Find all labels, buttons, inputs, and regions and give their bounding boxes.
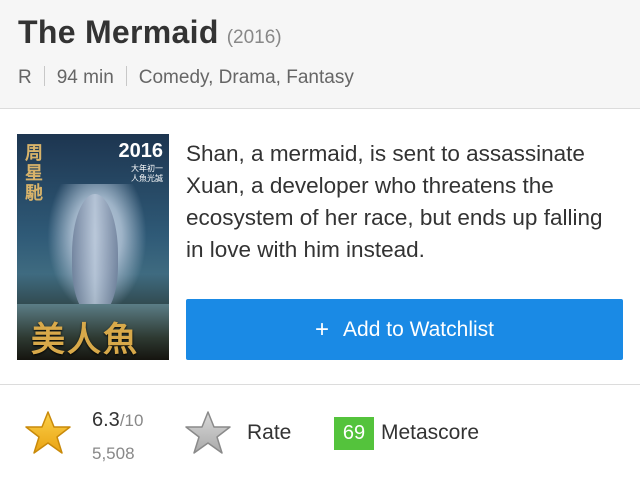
- rating-votes: 5,508: [92, 444, 135, 463]
- title-header: The Mermaid (2016) R 94 min Comedy, Drama, …: [0, 0, 640, 109]
- meta-divider: [43, 66, 45, 86]
- poster-title: 美人魚: [31, 320, 139, 360]
- movie-year: (2016): [226, 27, 282, 48]
- movie-poster[interactable]: 周星馳 2016 大年初一 人魚光誠 美人魚: [17, 134, 169, 360]
- poster-director: 周星馳: [25, 143, 43, 204]
- section-divider: [0, 384, 640, 385]
- rating-out-of: /10: [119, 411, 144, 430]
- movie-meta: R 94 min Comedy, Drama, Fantasy: [18, 66, 354, 89]
- meta-divider: [125, 66, 127, 86]
- movie-title: The Mermaid: [18, 14, 219, 50]
- add-to-watchlist-button[interactable]: + Add to Watchlist: [186, 299, 623, 360]
- poster-subtitle-line2: 人魚光誠: [131, 174, 163, 183]
- title-row: The Mermaid (2016): [18, 14, 282, 51]
- star-filled-icon: [25, 411, 71, 454]
- poster-subtitle: 大年初一 人魚光誠: [131, 164, 163, 184]
- rating-value: 6.3/10: [92, 409, 143, 432]
- plus-icon: +: [315, 315, 330, 343]
- genres: Comedy, Drama, Fantasy: [138, 67, 354, 88]
- poster-year: 2016: [118, 140, 164, 162]
- plot-description: Shan, a mermaid, is sent to assassinate …: [186, 141, 603, 262]
- rate-button[interactable]: Rate: [247, 421, 291, 445]
- add-to-watchlist-label: Add to Watchlist: [343, 317, 494, 341]
- star-outline-icon[interactable]: [184, 410, 232, 456]
- rating-score: 6.3: [92, 409, 120, 431]
- metascore-label[interactable]: Metascore: [381, 421, 479, 445]
- metascore-badge[interactable]: 69: [334, 417, 374, 450]
- certificate: R: [18, 67, 32, 88]
- poster-mermaid-tail: [72, 194, 118, 314]
- poster-subtitle-line1: 大年初一: [131, 164, 163, 173]
- runtime: 94 min: [56, 67, 114, 88]
